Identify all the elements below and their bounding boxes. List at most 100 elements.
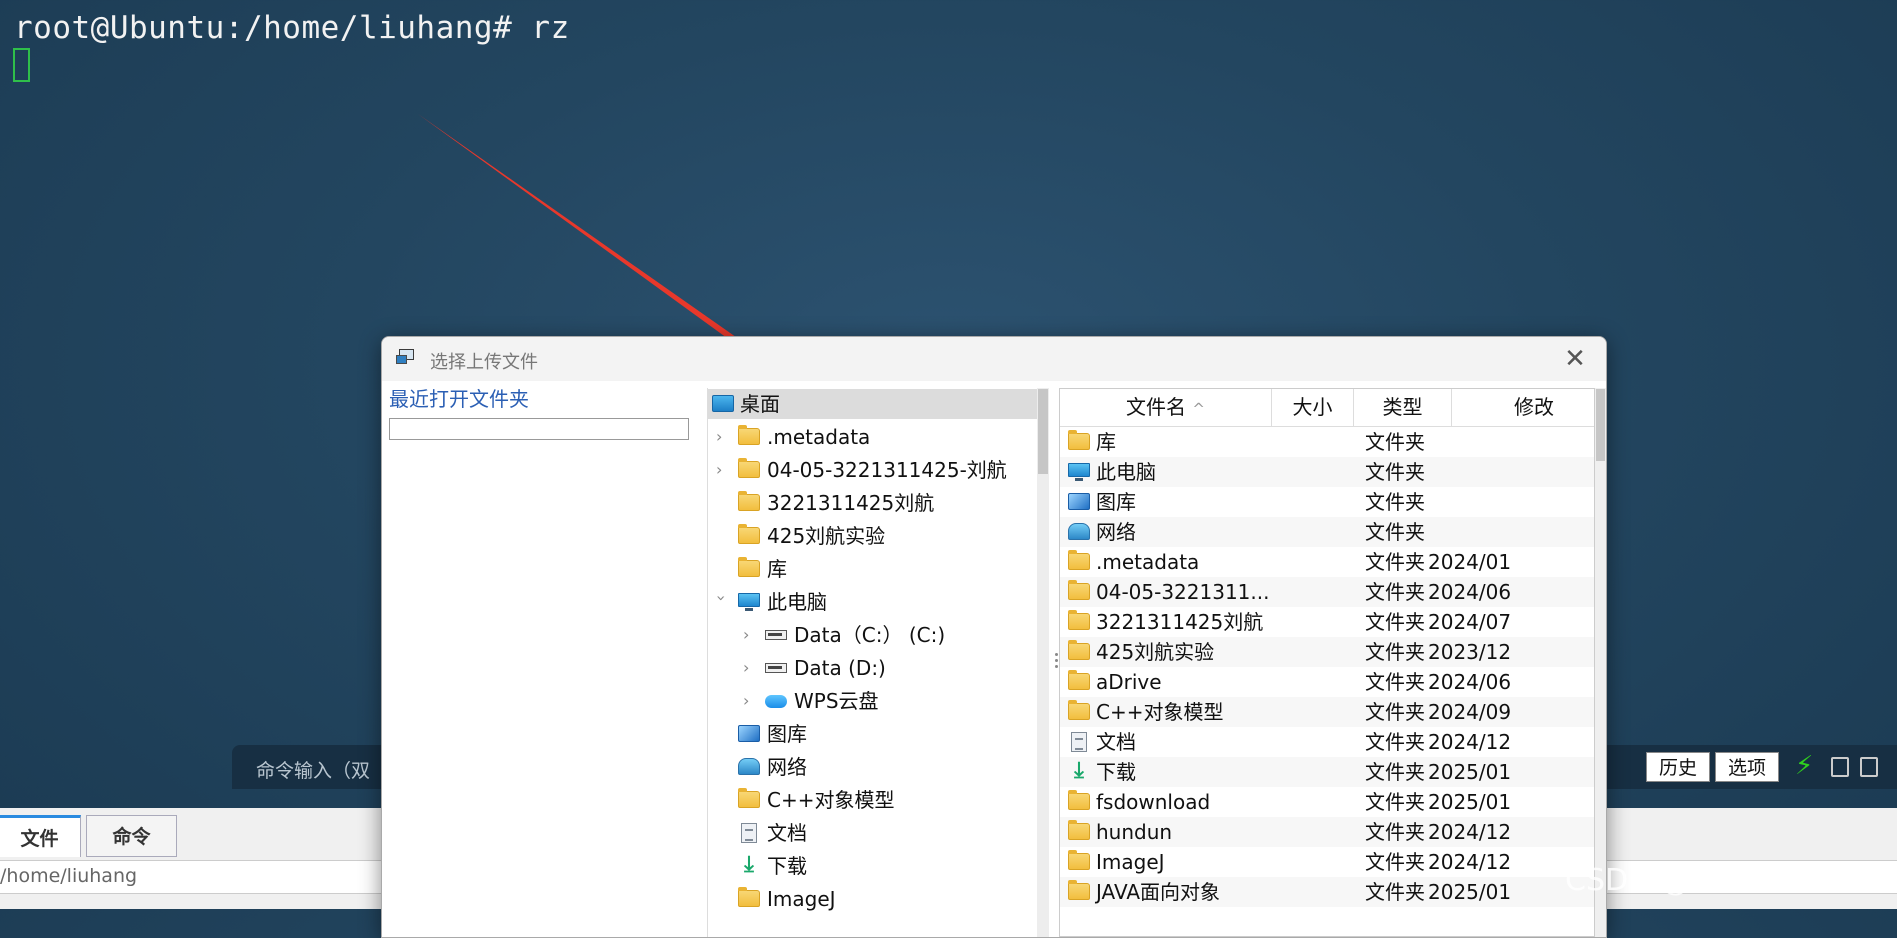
recent-folders-list[interactable] — [389, 418, 689, 440]
lightning-icon[interactable]: ⚡ — [1795, 751, 1813, 781]
copy-icon[interactable] — [1831, 757, 1849, 777]
document-icon — [1071, 732, 1087, 752]
tree-scrollbar[interactable] — [1037, 388, 1049, 937]
chevron-right-icon[interactable]: › — [743, 653, 757, 683]
tree-item-this-pc[interactable]: › 此电脑 — [708, 587, 1038, 617]
file-row[interactable]: 425刘航实验 文件夹 2023/12 — [1060, 637, 1594, 667]
tree-item-drive-c[interactable]: › Data（C:） (C:) — [708, 620, 1038, 650]
file-modified: 2025/01 — [1428, 760, 1512, 784]
file-name: 网络 — [1096, 520, 1136, 544]
folder-tree[interactable]: 桌面 › .metadata › 04-05-3221311425-刘航 322… — [707, 388, 1038, 937]
file-row[interactable]: ImageJ 文件夹 2024/12 — [1060, 847, 1594, 877]
file-modified: 2024/09 — [1428, 700, 1512, 724]
file-type: 文件夹 — [1365, 460, 1425, 484]
tree-item-library[interactable]: 库 — [708, 554, 1038, 584]
file-name: aDrive — [1096, 670, 1162, 694]
folder-icon — [1068, 820, 1090, 840]
tab-commands[interactable]: 命令 — [86, 815, 177, 857]
watermark: CSDN @浅慕Antonio — [1565, 863, 1866, 898]
tree-item-label: 桌面 — [740, 392, 780, 416]
file-type: 文件夹 — [1365, 730, 1425, 754]
file-row[interactable]: C++对象模型 文件夹 2024/09 — [1060, 697, 1594, 727]
file-name: 04-05-3221311... — [1096, 580, 1270, 604]
tab-files[interactable]: 文件 — [0, 815, 81, 857]
tree-item-04-05[interactable]: › 04-05-3221311425-刘航 — [708, 455, 1038, 485]
file-type: 文件夹 — [1365, 880, 1425, 904]
command-input-hint: 命令输入（双 — [256, 760, 371, 782]
folder-icon — [738, 458, 760, 478]
file-name: 下载 — [1096, 760, 1136, 784]
column-header-name[interactable]: 文件名 ^ — [1060, 389, 1272, 426]
folder-icon — [1068, 640, 1090, 660]
tree-item-label: 文档 — [767, 821, 807, 845]
file-row[interactable]: JAVA面向对象 文件夹 2025/01 — [1060, 877, 1594, 907]
tree-item-desktop[interactable]: 桌面 — [708, 389, 1038, 419]
computer-icon — [738, 593, 760, 611]
tree-item-label: 此电脑 — [767, 590, 827, 614]
file-row[interactable]: 此电脑 文件夹 — [1060, 457, 1594, 487]
file-name: 425刘航实验 — [1096, 640, 1215, 664]
chevron-right-icon[interactable]: › — [743, 686, 757, 716]
file-list-header: 文件名 ^ 大小 类型 修改 — [1060, 389, 1594, 427]
chevron-right-icon[interactable]: › — [716, 422, 730, 452]
file-name: .metadata — [1096, 550, 1200, 574]
file-row[interactable]: 网络 文件夹 — [1060, 517, 1594, 547]
file-row[interactable]: hundun 文件夹 2024/12 — [1060, 817, 1594, 847]
tree-item-425[interactable]: 425刘航实验 — [708, 521, 1038, 551]
tree-item-documents[interactable]: 文档 — [708, 818, 1038, 848]
file-modified: 2023/12 — [1428, 640, 1512, 664]
file-modified: 2024/07 — [1428, 610, 1512, 634]
folder-icon — [1068, 880, 1090, 900]
file-list-scroll-thumb[interactable] — [1596, 389, 1605, 461]
paste-icon[interactable] — [1860, 757, 1878, 777]
chevron-down-icon[interactable]: › — [706, 595, 736, 609]
tree-item-downloads[interactable]: ⤓ 下载 — [708, 851, 1038, 881]
folder-icon — [1068, 610, 1090, 630]
file-row[interactable]: 图库 文件夹 — [1060, 487, 1594, 517]
history-button[interactable]: 历史 — [1646, 752, 1711, 782]
file-row[interactable]: 04-05-3221311... 文件夹 2024/06 — [1060, 577, 1594, 607]
file-row[interactable]: .metadata 文件夹 2024/01 — [1060, 547, 1594, 577]
file-type: 文件夹 — [1365, 820, 1425, 844]
chevron-right-icon[interactable]: › — [716, 455, 730, 485]
tree-item-metadata[interactable]: › .metadata — [708, 422, 1038, 452]
tree-item-3221311425[interactable]: 3221311425刘航 — [708, 488, 1038, 518]
file-row[interactable]: 文档 文件夹 2024/12 — [1060, 727, 1594, 757]
column-header-type[interactable]: 类型 — [1354, 389, 1452, 426]
document-icon — [741, 823, 757, 843]
dialog-title: 选择上传文件 — [430, 352, 538, 373]
options-button[interactable]: 选项 — [1715, 752, 1780, 782]
tree-item-drive-d[interactable]: › Data (D:) — [708, 653, 1038, 683]
tree-item-label: ImageJ — [767, 887, 836, 911]
file-type: 文件夹 — [1365, 850, 1425, 874]
column-header-size[interactable]: 大小 — [1272, 389, 1354, 426]
tree-item-label: Data（C:） (C:) — [794, 623, 946, 647]
upload-file-dialog: 选择上传文件 ✕ 最近打开文件夹 桌面 › .metadata › 04-05-… — [381, 336, 1607, 938]
file-modified: 2024/06 — [1428, 670, 1512, 694]
file-type: 文件夹 — [1365, 670, 1425, 694]
drive-icon — [765, 630, 787, 640]
tree-item-gallery[interactable]: 图库 — [708, 719, 1038, 749]
sort-ascending-icon: ^ — [1192, 400, 1205, 418]
dialog-titlebar[interactable]: 选择上传文件 ✕ — [382, 337, 1606, 381]
folder-icon — [1068, 430, 1090, 450]
column-header-modified[interactable]: 修改 — [1452, 389, 1594, 426]
file-row[interactable]: 3221311425刘航 文件夹 2024/07 — [1060, 607, 1594, 637]
folder-icon — [738, 425, 760, 445]
chevron-right-icon[interactable]: › — [743, 620, 757, 650]
tree-item-label: C++对象模型 — [767, 788, 895, 812]
file-row[interactable]: fsdownload 文件夹 2025/01 — [1060, 787, 1594, 817]
tree-item-wps-cloud[interactable]: › WPS云盘 — [708, 686, 1038, 716]
file-row[interactable]: aDrive 文件夹 2024/06 — [1060, 667, 1594, 697]
file-list[interactable]: 文件名 ^ 大小 类型 修改 库 文件夹 此电脑 文件夹 图库 文件夹 网络 文… — [1059, 388, 1595, 937]
tree-item-imagej[interactable]: ImageJ — [708, 884, 1038, 914]
file-row[interactable]: 库 文件夹 — [1060, 427, 1594, 457]
file-row[interactable]: ⤓ 下载 文件夹 2025/01 — [1060, 757, 1594, 787]
close-button[interactable]: ✕ — [1558, 343, 1592, 375]
file-modified: 2025/01 — [1428, 880, 1512, 904]
tree-scroll-thumb[interactable] — [1038, 389, 1048, 474]
tree-item-network[interactable]: 网络 — [708, 752, 1038, 782]
file-type: 文件夹 — [1365, 640, 1425, 664]
tree-item-cpp-object-model[interactable]: C++对象模型 — [708, 785, 1038, 815]
folder-icon — [1068, 700, 1090, 720]
